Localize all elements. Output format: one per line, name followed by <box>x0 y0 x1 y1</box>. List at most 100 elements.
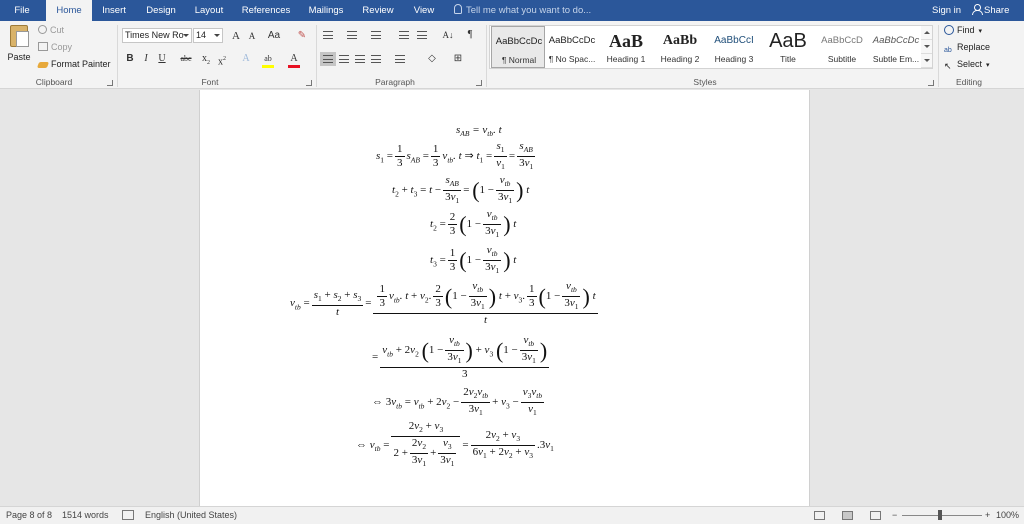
replace-button[interactable]: ab Replace <box>944 42 990 56</box>
style-normal[interactable]: AaBbCcDc ¶ Normal <box>491 26 545 68</box>
clipboard-group-label: Clipboard <box>35 77 73 87</box>
zoom-level[interactable]: 100% <box>996 507 1019 524</box>
tab-view[interactable]: View <box>406 0 442 21</box>
select-button[interactable]: ↖ Select ▾ <box>944 59 990 71</box>
styles-dialog-launcher-icon[interactable] <box>928 80 934 86</box>
shading-icon[interactable]: ◇ <box>424 51 440 67</box>
web-layout-icon[interactable] <box>870 511 881 520</box>
font-dialog-launcher-icon[interactable] <box>306 80 312 86</box>
increase-indent-icon[interactable] <box>414 28 430 42</box>
language[interactable]: English (United States) <box>145 507 237 524</box>
shrink-font-button[interactable]: A <box>244 28 260 44</box>
read-mode-icon[interactable] <box>814 511 825 520</box>
tab-design[interactable]: Design <box>140 0 182 21</box>
chevron-down-icon <box>183 34 189 37</box>
document-page[interactable]: sAB = vtb. t s1 = 1 3 sAB = 1 3 vtb. t ⇒ t1 = s… <box>199 90 810 506</box>
clear-formatting-icon[interactable]: ✎ <box>294 28 310 44</box>
tell-me-box[interactable]: Tell me what you want to do... <box>454 0 591 21</box>
tab-mailings[interactable]: Mailings <box>302 0 350 21</box>
italic-button[interactable]: I <box>138 51 154 67</box>
tab-home[interactable]: Home <box>46 0 92 21</box>
equation-8: ⇔ 3vtb = vtb + 2v2 −2v2vtb 3v1 + v3 − v3vtb… <box>372 386 545 418</box>
chevron-up-icon[interactable] <box>921 26 932 40</box>
style-heading-1[interactable]: AaB Heading 1 <box>599 26 653 68</box>
paste-label: Paste <box>7 52 31 62</box>
format-painter-button[interactable]: Format Painter <box>36 59 111 69</box>
style-preview: AaB <box>608 31 643 51</box>
grow-font-button[interactable]: A <box>228 28 244 44</box>
equation-5: t3 = 1 3 (1 − vtb 3v1) t <box>430 244 517 276</box>
align-left-icon[interactable] <box>320 52 336 66</box>
style-preview: AaB <box>769 30 807 52</box>
pilcrow-icon[interactable]: ¶ <box>462 27 478 43</box>
sign-in-link[interactable]: Sign in <box>932 0 961 21</box>
text-effects-icon[interactable]: A <box>238 51 254 67</box>
equation-9: ⇔ vtb = 2v2 + v3 2 +2v2 3v1 + v3 3v1 = 2v2 + v3 6… <box>356 420 554 469</box>
superscript-button[interactable]: x2 <box>214 51 230 67</box>
ribbon-tab-bar: File Home Insert Design Layout Reference… <box>0 0 1024 21</box>
style-subtle-emphasis[interactable]: AaBbCcDc Subtle Em... <box>869 26 923 68</box>
underline-button[interactable]: U <box>154 51 170 67</box>
style-preview: AaBbCcDc <box>548 35 596 46</box>
change-case-button[interactable]: Aa <box>264 28 284 44</box>
share-button[interactable]: Share <box>972 0 1009 21</box>
subscript-button[interactable]: x2 <box>198 51 214 67</box>
font-size-combo[interactable]: 14 <box>193 28 223 43</box>
style-no-spacing[interactable]: AaBbCcDc ¶ No Spac... <box>545 26 599 68</box>
tab-insert[interactable]: Insert <box>94 0 134 21</box>
numbering-icon[interactable] <box>344 28 360 42</box>
sort-icon[interactable]: A↓ <box>440 27 456 43</box>
font-name-combo[interactable]: Times New Ro <box>122 28 192 43</box>
highlight-color-bar <box>262 65 274 68</box>
paragraph-group-label: Paragraph <box>375 77 415 87</box>
zoom-out-icon[interactable]: − <box>892 507 897 524</box>
tab-layout[interactable]: Layout <box>188 0 230 21</box>
page-count[interactable]: Page 8 of 8 <box>6 507 52 524</box>
bold-button[interactable]: B <box>122 51 138 67</box>
tab-file[interactable]: File <box>0 0 44 21</box>
paste-button[interactable]: Paste <box>4 23 34 71</box>
print-layout-icon[interactable] <box>842 511 853 520</box>
line-spacing-icon[interactable] <box>392 52 408 66</box>
justify-icon[interactable] <box>368 52 384 66</box>
clipboard-dialog-launcher-icon[interactable] <box>107 80 113 86</box>
tab-references[interactable]: References <box>238 0 294 21</box>
word-count[interactable]: 1514 words <box>62 507 109 524</box>
proofing-icon[interactable] <box>122 510 134 520</box>
zoom-slider-thumb[interactable] <box>938 510 942 520</box>
zoom-slider[interactable] <box>902 515 982 516</box>
eq1-rhs: = v <box>472 124 488 136</box>
style-name: Heading 1 <box>606 54 646 64</box>
share-label: Share <box>984 5 1010 16</box>
cut-button[interactable]: Cut <box>38 25 64 35</box>
align-right-icon[interactable] <box>352 52 368 66</box>
copy-button[interactable]: Copy <box>38 42 72 52</box>
lines-glyph <box>417 31 427 39</box>
multilevel-list-icon[interactable] <box>368 28 384 42</box>
style-subtitle[interactable]: AaBbCcD Subtitle <box>815 26 869 68</box>
gallery-scroll[interactable] <box>921 25 933 69</box>
align-center-icon[interactable] <box>336 52 352 66</box>
style-preview: AaBbCcD <box>821 35 863 46</box>
group-divider <box>938 25 939 87</box>
decrease-indent-icon[interactable] <box>396 28 412 42</box>
strikethrough-button[interactable]: abc <box>176 51 196 67</box>
chevron-down-icon[interactable] <box>921 40 932 54</box>
document-area[interactable]: sAB = vtb. t s1 = 1 3 sAB = 1 3 vtb. t ⇒ t1 = s… <box>0 90 1024 506</box>
borders-icon[interactable]: ⊞ <box>450 51 466 67</box>
style-heading-3[interactable]: AaBbCcI Heading 3 <box>707 26 761 68</box>
gallery-more-icon[interactable] <box>921 54 932 68</box>
style-preview: AaBbCcDc <box>872 35 920 46</box>
format-painter-label: Format Painter <box>51 59 111 69</box>
bullets-icon[interactable] <box>320 28 336 42</box>
lines-glyph <box>347 31 357 39</box>
lines-glyph <box>371 55 381 63</box>
zoom-in-icon[interactable]: + <box>985 507 990 524</box>
style-heading-2[interactable]: AaBb Heading 2 <box>653 26 707 68</box>
style-title[interactable]: AaB Title <box>761 26 815 68</box>
find-button[interactable]: Find ▾ <box>944 25 982 35</box>
chevron-down-icon: ▾ <box>986 62 990 69</box>
tab-review[interactable]: Review <box>356 0 400 21</box>
equation-1: sAB = vtb. t <box>456 124 502 138</box>
paragraph-dialog-launcher-icon[interactable] <box>476 80 482 86</box>
